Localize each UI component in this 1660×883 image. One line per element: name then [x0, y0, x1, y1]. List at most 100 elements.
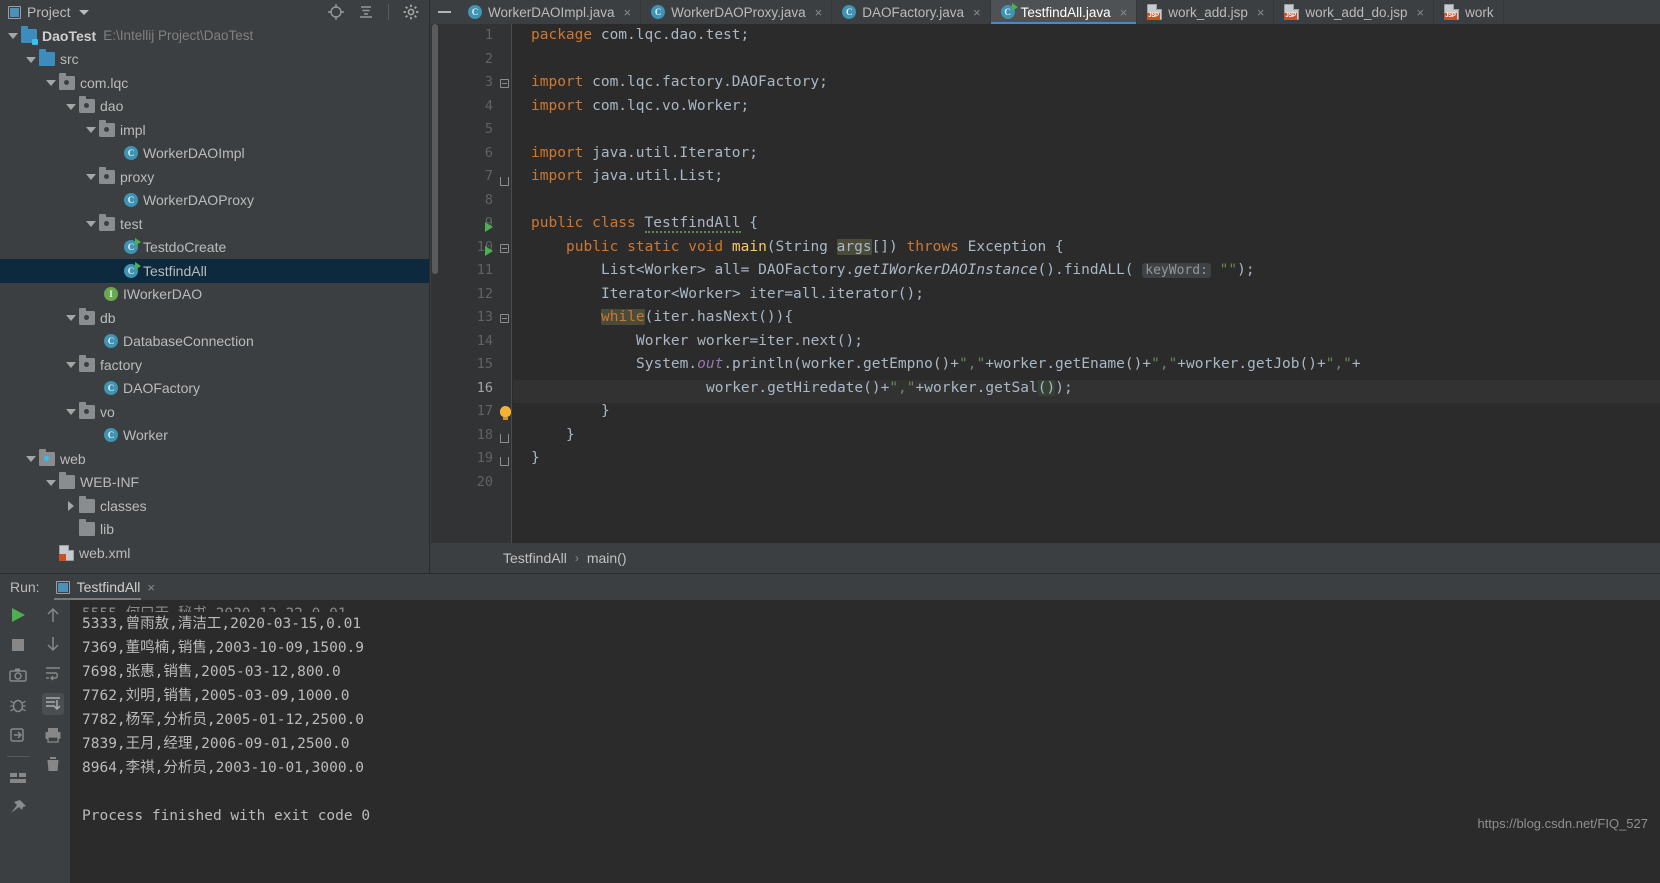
close-icon[interactable]: ×: [1257, 6, 1265, 19]
editor-tab-work-add-do-jsp[interactable]: JSP work_add_do.jsp ×: [1274, 0, 1435, 24]
fold-collapse-icon[interactable]: [500, 244, 509, 253]
scroll-up-icon[interactable]: [44, 606, 62, 624]
chevron-down-icon[interactable]: [24, 452, 37, 465]
editor-tab-workerdaoimpl[interactable]: C WorkerDAOImpl.java ×: [458, 0, 642, 24]
fold-end-icon[interactable]: [500, 177, 509, 186]
folder-icon: [59, 472, 75, 490]
java-class-icon: C: [104, 428, 118, 443]
tree-item-factory[interactable]: factory: [0, 353, 429, 377]
line-number: 12: [476, 285, 493, 302]
project-tree-panel[interactable]: DaoTest E:\Intellij Project\DaoTest src …: [0, 24, 430, 573]
gear-icon[interactable]: [403, 4, 419, 20]
collapse-all-icon[interactable]: [358, 4, 374, 20]
console-output[interactable]: 5555,何曰天,秘书,2020-12-22,0.01 5333,曾雨敖,清洁工…: [70, 600, 1660, 883]
tree-item-classes[interactable]: classes: [0, 494, 429, 518]
tree-item-workerdaoproxy[interactable]: C WorkerDAOProxy: [0, 189, 429, 213]
export-icon[interactable]: [9, 726, 27, 744]
web-folder-icon: [39, 448, 55, 466]
run-config-tab[interactable]: TestfindAll ×: [50, 574, 163, 601]
fold-end-icon[interactable]: [500, 434, 509, 443]
close-icon[interactable]: ×: [147, 580, 155, 595]
fold-collapse-icon[interactable]: [500, 79, 509, 88]
fold-end-icon[interactable]: [500, 457, 509, 466]
close-icon[interactable]: ×: [1417, 6, 1425, 19]
chevron-down-icon[interactable]: [64, 100, 77, 113]
trash-icon[interactable]: [44, 755, 62, 773]
chevron-down-icon[interactable]: [64, 405, 77, 418]
tree-item-daofactory[interactable]: C DAOFactory: [0, 377, 429, 401]
run-method-icon[interactable]: [485, 245, 493, 256]
editor-tab-work-add-jsp[interactable]: JSP work_add.jsp ×: [1137, 0, 1275, 24]
tree-item-web[interactable]: web: [0, 447, 429, 471]
tree-item-db[interactable]: db: [0, 306, 429, 330]
close-icon[interactable]: ×: [973, 6, 981, 19]
tree-item-label: db: [100, 309, 116, 326]
minimize-editor-button[interactable]: [430, 0, 458, 24]
chevron-down-icon[interactable]: [84, 123, 97, 136]
caret-line-highlight: [513, 379, 1660, 403]
tree-item-impl[interactable]: impl: [0, 118, 429, 142]
breadcrumb-class[interactable]: TestfindAll: [503, 550, 567, 566]
chevron-down-icon[interactable]: [64, 358, 77, 371]
run-class-icon[interactable]: [485, 222, 493, 232]
tree-item-com-lqc[interactable]: com.lqc: [0, 71, 429, 95]
close-icon[interactable]: ×: [815, 6, 823, 19]
chevron-down-icon[interactable]: [64, 311, 77, 324]
code-editor[interactable]: 1 2 3 4 5 6 7 8 9 10 11 12 13 14 15 16 1…: [431, 24, 1660, 543]
tree-item-databaseconnection[interactable]: C DatabaseConnection: [0, 330, 429, 354]
java-class-icon: C: [104, 334, 118, 349]
tree-item-testdocreate[interactable]: C TestdoCreate: [0, 236, 429, 260]
tab-label: work_add.jsp: [1168, 4, 1248, 20]
code-folding-gutter[interactable]: [499, 24, 512, 543]
chevron-down-icon[interactable]: [78, 9, 89, 15]
tree-item-daotest[interactable]: DaoTest E:\Intellij Project\DaoTest: [0, 24, 429, 48]
scrollbar-thumb[interactable]: [432, 24, 438, 274]
scroll-to-end-icon[interactable]: [41, 693, 64, 715]
tree-item-lib[interactable]: lib: [0, 518, 429, 542]
tree-item-workerdaoimpl[interactable]: C WorkerDAOImpl: [0, 142, 429, 166]
intention-bulb-icon[interactable]: [500, 406, 511, 420]
print-icon[interactable]: [44, 726, 62, 744]
tree-item-web-xml[interactable]: web.xml: [0, 541, 429, 565]
editor-scroll-strip[interactable]: [431, 24, 439, 543]
chevron-down-icon[interactable]: [84, 217, 97, 230]
editor-tab-daofactory[interactable]: C DAOFactory.java ×: [832, 0, 991, 24]
scroll-down-icon[interactable]: [44, 635, 62, 653]
tree-item-vo[interactable]: vo: [0, 400, 429, 424]
tree-item-testfindall[interactable]: C TestfindAll: [0, 259, 429, 283]
close-icon[interactable]: ×: [1120, 6, 1128, 19]
console-line: 8964,李祺,分析员,2003-10-01,3000.0: [82, 760, 365, 776]
tree-item-web-inf[interactable]: WEB-INF: [0, 471, 429, 495]
chevron-down-icon[interactable]: [44, 76, 57, 89]
tree-item-dao[interactable]: dao: [0, 95, 429, 119]
editor-tab-testfindall[interactable]: C TestfindAll.java ×: [990, 0, 1138, 24]
tree-item-label: dao: [100, 98, 124, 115]
package-icon: [59, 72, 75, 90]
tree-item-label: TestdoCreate: [143, 239, 227, 256]
camera-icon[interactable]: [8, 666, 27, 684]
layout-icon[interactable]: [9, 769, 27, 787]
chevron-down-icon[interactable]: [24, 53, 37, 66]
code-line-17: }: [601, 403, 610, 419]
tree-item-test[interactable]: test: [0, 212, 429, 236]
chevron-down-icon[interactable]: [6, 29, 19, 42]
tree-item-worker[interactable]: C Worker: [0, 424, 429, 448]
crosshair-icon[interactable]: [328, 4, 344, 20]
tree-item-iworkerdao[interactable]: I IWorkerDAO: [0, 283, 429, 307]
close-icon[interactable]: ×: [624, 6, 632, 19]
editor-tab-workerdaoproxy[interactable]: C WorkerDAOProxy.java ×: [641, 0, 833, 24]
soft-wrap-icon[interactable]: [44, 664, 62, 682]
tree-item-proxy[interactable]: proxy: [0, 165, 429, 189]
pin-icon[interactable]: [9, 799, 27, 817]
chevron-right-icon[interactable]: [64, 499, 77, 512]
tree-item-src[interactable]: src: [0, 48, 429, 72]
stop-icon[interactable]: [9, 636, 27, 654]
chevron-down-icon[interactable]: [44, 476, 57, 489]
run-icon[interactable]: [9, 606, 27, 624]
chevron-down-icon[interactable]: [84, 170, 97, 183]
debug-icon[interactable]: [9, 696, 27, 714]
code-text-area[interactable]: package com.lqc.dao.test; import com.lqc…: [513, 24, 1660, 543]
editor-tab-work-truncated[interactable]: JSP work: [1434, 0, 1504, 24]
fold-collapse-icon[interactable]: [500, 314, 509, 323]
breadcrumb-method[interactable]: main(): [587, 550, 627, 566]
